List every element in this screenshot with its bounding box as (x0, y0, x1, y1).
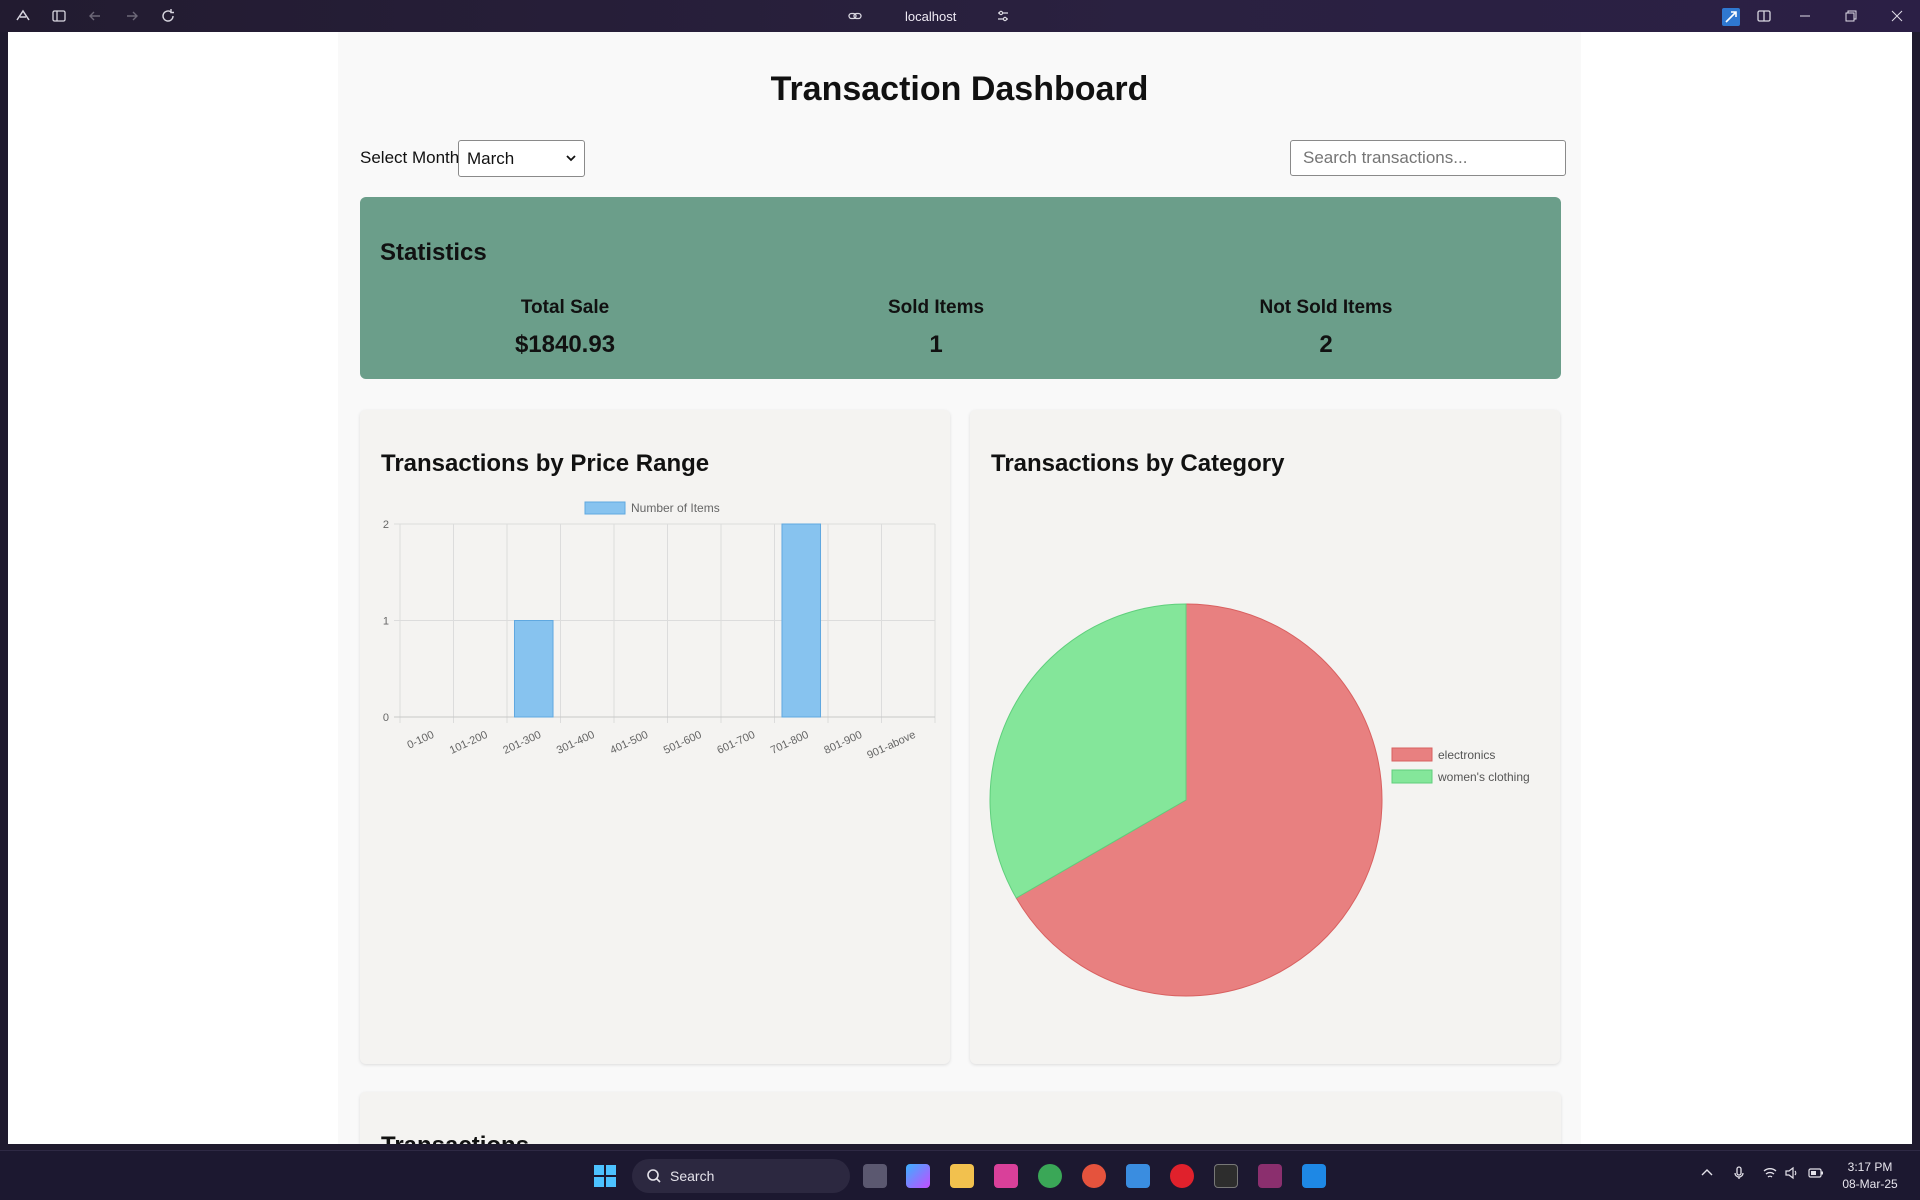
x-tick-label: 401-500 (608, 729, 650, 757)
wifi-icon[interactable] (1762, 1165, 1778, 1186)
windows-icon (594, 1165, 616, 1187)
volume-icon[interactable] (1784, 1165, 1800, 1186)
x-tick-label: 701-800 (769, 729, 811, 757)
back-icon[interactable] (87, 8, 103, 24)
legend-swatch (1391, 769, 1433, 784)
taskbar-search[interactable]: Search (632, 1159, 850, 1193)
bar-201-300 (513, 620, 554, 718)
page-title: Transaction Dashboard (770, 70, 1149, 108)
x-tick-label: 601-700 (715, 729, 757, 757)
price-range-card: Transactions by Price Range 0 1 2 0-100 101-… (360, 410, 950, 1064)
forward-icon[interactable] (124, 8, 140, 24)
site-settings-icon[interactable] (995, 8, 1011, 24)
transactions-card: Transactions (360, 1092, 1561, 1144)
reload-icon[interactable] (160, 8, 176, 24)
bar-701-800 (781, 523, 822, 718)
x-tick-label: 801-900 (822, 729, 864, 757)
taskbar-chrome[interactable] (1034, 1160, 1066, 1192)
price-range-chart: 0 1 2 0-100 101-200 201-300 301-400 401-500 501-… (383, 501, 936, 762)
clock-date: 08-Mar-25 (1842, 1177, 1898, 1191)
month-label: Select Month: (360, 148, 464, 167)
sidebar-toggle-icon[interactable] (51, 8, 67, 24)
statistics-panel: Statistics Total Sale $1840.93 Sold Item… (360, 197, 1561, 379)
x-tick-label: 0-100 (405, 729, 436, 752)
not-sold-items-value: 2 (1319, 331, 1333, 358)
battery-icon[interactable] (1808, 1165, 1824, 1186)
not-sold-items-label: Not Sold Items (1259, 297, 1393, 318)
legend-label: women's clothing (1437, 770, 1530, 784)
month-select-value: March (467, 149, 515, 168)
y-tick-label: 2 (383, 519, 389, 531)
x-tick-label: 101-200 (448, 729, 490, 757)
x-tick-label: 501-600 (662, 729, 704, 757)
taskbar-winrar[interactable] (1254, 1160, 1286, 1192)
page-viewport: Transaction Dashboard Select Month: Marc… (8, 32, 1912, 1144)
taskbar-clock[interactable]: 3:17 PM 08-Mar-25 (1832, 1159, 1908, 1193)
dashboard-container: Transaction Dashboard Select Month: Marc… (338, 32, 1581, 1144)
taskbar-copilot[interactable] (902, 1160, 934, 1192)
taskbar-app-orange[interactable] (1078, 1160, 1110, 1192)
transactions-title: Transactions (381, 1132, 529, 1144)
taskbar-vscode[interactable] (1298, 1160, 1330, 1192)
close-icon[interactable] (1874, 0, 1920, 32)
y-tick-label: 1 (383, 616, 389, 628)
search-input[interactable] (1290, 140, 1566, 176)
chevron-down-icon (566, 155, 576, 162)
sold-items-stat: Sold Items 1 (786, 297, 1086, 359)
browser-logo-icon[interactable] (15, 8, 31, 24)
taskbar-opera[interactable] (1166, 1160, 1198, 1192)
x-tick-label: 901-above (865, 729, 917, 762)
total-sale-stat: Total Sale $1840.93 (415, 297, 715, 359)
restore-icon[interactable] (1828, 0, 1874, 32)
x-tick-label: 301-400 (555, 729, 597, 757)
total-sale-label: Total Sale (520, 297, 610, 318)
start-button[interactable] (589, 1160, 621, 1192)
taskbar-file-explorer[interactable] (946, 1160, 978, 1192)
category-card: Transactions by Category electronics wome… (970, 410, 1560, 1064)
sold-items-label: Sold Items (887, 297, 985, 318)
category-chart: electronics women's clothing (989, 603, 1530, 997)
microphone-icon[interactable] (1731, 1165, 1747, 1186)
link-icon[interactable] (847, 8, 863, 24)
taskbar-search-label: Search (670, 1168, 715, 1184)
tray-chevron-up-icon[interactable] (1699, 1165, 1715, 1186)
browser-titlebar: localhost (0, 0, 1920, 32)
not-sold-items-stat: Not Sold Items 2 (1176, 297, 1476, 359)
taskbar: Search 3:17 PM 08-Mar-25 (0, 1150, 1920, 1200)
legend-swatch (584, 501, 626, 515)
sold-items-value: 1 (929, 331, 943, 358)
split-view-icon[interactable] (1756, 8, 1772, 24)
statistics-title: Statistics (380, 239, 487, 266)
legend-label: Number of Items (631, 501, 720, 515)
extension-icon[interactable] (1722, 8, 1740, 26)
taskbar-task-view[interactable] (859, 1160, 891, 1192)
x-tick-label: 201-300 (501, 729, 543, 757)
y-tick-label: 0 (383, 712, 389, 724)
legend-label: electronics (1438, 748, 1495, 762)
legend-swatch (1391, 747, 1433, 762)
clock-time: 3:17 PM (1847, 1160, 1893, 1174)
search-icon (647, 1169, 661, 1183)
month-select[interactable]: March (458, 140, 585, 177)
minimize-icon[interactable] (1782, 0, 1828, 32)
taskbar-terminal[interactable] (1210, 1160, 1242, 1192)
taskbar-browser[interactable] (990, 1160, 1022, 1192)
taskbar-notepad[interactable] (1122, 1160, 1154, 1192)
address-bar[interactable]: localhost (905, 9, 956, 24)
total-sale-value: $1840.93 (514, 331, 616, 358)
